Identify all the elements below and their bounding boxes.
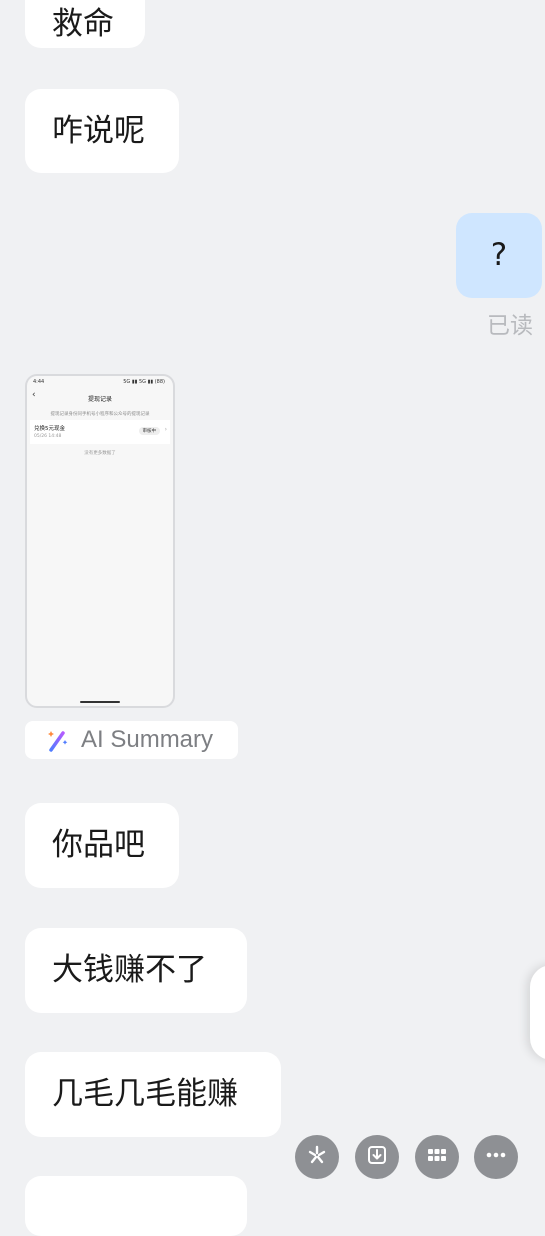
asterisk-icon: [306, 1144, 328, 1170]
shot-item-status: 审核中: [138, 427, 160, 435]
sparkle-pen-icon: [45, 727, 71, 753]
message-bubble[interactable]: [25, 1176, 247, 1236]
message-text: 大钱赚不了: [52, 952, 207, 988]
download-button[interactable]: [355, 1135, 399, 1179]
download-icon: [366, 1144, 388, 1170]
shot-title: 提现记录: [87, 395, 112, 403]
shot-record-card: 兑换5元现金 05/26 14:48 审核中 ›: [30, 420, 170, 444]
floating-side-tab[interactable]: [530, 965, 545, 1060]
message-bubble[interactable]: 几毛几毛能赚: [25, 1052, 281, 1137]
message-bubble[interactable]: 咋说呢: [25, 89, 179, 173]
read-status: 已读: [487, 313, 533, 339]
message-bubble[interactable]: 救命: [25, 0, 145, 48]
shot-notice: 提现记录身份同手机号小程序和公众号的提现记录: [50, 412, 150, 417]
message-text: 咋说呢: [52, 112, 145, 149]
more-button[interactable]: [474, 1135, 518, 1179]
shot-no-more: 没有更多数据了: [84, 451, 116, 456]
asterisk-button[interactable]: [295, 1135, 339, 1179]
shot-item-time: 05/26 14:48: [34, 434, 62, 439]
message-bubble[interactable]: 大钱赚不了: [25, 928, 247, 1013]
shot-item-title: 兑换5元现金: [34, 426, 65, 432]
message-bubble[interactable]: 你品吧: [25, 803, 179, 888]
shot-time: 4:44: [33, 379, 45, 385]
image-message[interactable]: 4:44 5G ▮▮ 5G ▮▮ (88) ‹ 提现记录 提现记录身份同手机号小…: [25, 374, 175, 708]
message-text: 救命: [52, 5, 114, 42]
more-icon: [485, 1144, 507, 1170]
message-text: ?: [490, 237, 508, 273]
chevron-right-icon: ›: [164, 426, 167, 433]
shot-status-icons: 5G ▮▮ 5G ▮▮ (88): [123, 379, 165, 385]
message-bubble-self[interactable]: ?: [456, 213, 542, 298]
grid-icon: [426, 1144, 448, 1170]
ai-summary-button[interactable]: AI Summary: [25, 721, 238, 759]
message-text: 你品吧: [52, 827, 145, 863]
ai-summary-label: AI Summary: [81, 726, 214, 753]
shot-home-indicator: [80, 701, 120, 703]
grid-button[interactable]: [415, 1135, 459, 1179]
message-text: 几毛几毛能赚: [52, 1076, 238, 1112]
